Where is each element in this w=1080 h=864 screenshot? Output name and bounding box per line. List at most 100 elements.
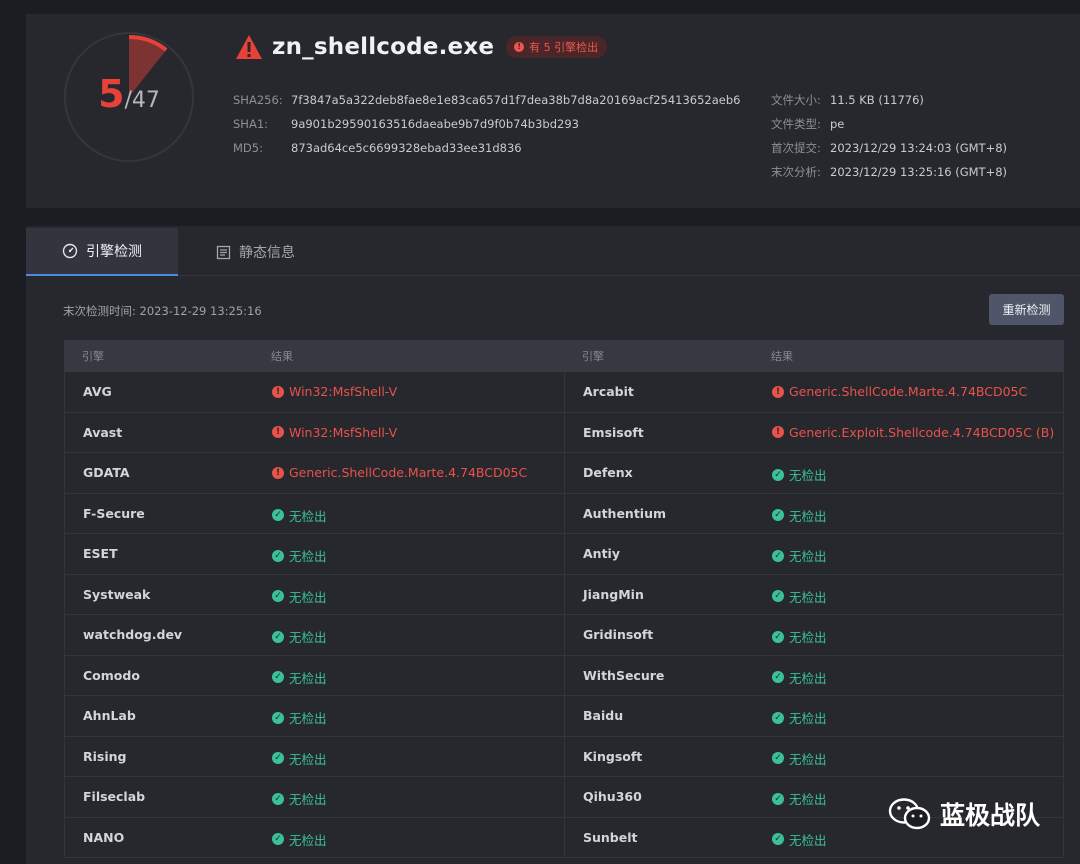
hash-label: SHA256: bbox=[233, 93, 283, 107]
result-text: 无检出 bbox=[789, 670, 827, 686]
check-icon: ✓ bbox=[772, 792, 784, 805]
engine-name: WithSecure bbox=[583, 667, 665, 683]
watermark: 蓝极战队 bbox=[888, 796, 1040, 832]
column-divider bbox=[564, 453, 565, 493]
table-header: 引擎 结果 引擎 结果 bbox=[64, 340, 1064, 372]
rescan-button[interactable]: 重新检测 bbox=[989, 294, 1064, 325]
hash-value[interactable]: 873ad64ce5c6699328ebad33ee31d836 bbox=[291, 141, 522, 155]
column-divider bbox=[564, 817, 565, 857]
table-row: GDATA ! Generic.ShellCode.Marte.4.74BCD05C… bbox=[64, 453, 1064, 494]
result-text: 无检出 bbox=[789, 468, 827, 483]
clean-result: ✓ 无检出 bbox=[772, 668, 827, 687]
detection-result[interactable]: ! Generic.ShellCode.Marte.4.74BCD05C bbox=[272, 465, 527, 480]
meta-value: 2023/12/29 13:24:03 (GMT+8) bbox=[830, 141, 1008, 155]
table-body: AVG! Win32:MsfShell-V Arcabit! Generic.Shel… bbox=[64, 372, 1064, 858]
result-text: 无检出 bbox=[789, 589, 827, 605]
result-text: 无检出 bbox=[289, 670, 327, 686]
check-icon: ✓ bbox=[272, 792, 284, 805]
column-divider bbox=[564, 534, 565, 574]
meta-value: 2023/12/29 13:25:16 (GMT+8) bbox=[830, 165, 1008, 179]
hash-value[interactable]: 7f3847a5a322deb8fae8e1e83ca657d1f7dea38b… bbox=[291, 93, 740, 107]
engine-name: GDATA bbox=[83, 465, 130, 480]
tab-static-info[interactable]: 静态信息 bbox=[216, 228, 295, 276]
document-icon bbox=[216, 245, 231, 259]
clean-result: ✓ 无检出 bbox=[272, 587, 327, 606]
clean-result: ✓ 无检出 bbox=[772, 789, 827, 808]
alert-icon: ! bbox=[514, 42, 525, 52]
hash-value[interactable]: 9a901b29590163516daeabe9b7d9f0b74b3bd293 bbox=[291, 117, 579, 131]
meta-row-type: 文件类型: pe bbox=[771, 112, 1007, 136]
meta-label: 首次提交: bbox=[771, 141, 821, 155]
engine-name: ESET bbox=[83, 546, 118, 561]
engine-name: Sunbelt bbox=[583, 829, 638, 845]
engine-name: Antiy bbox=[583, 546, 620, 561]
file-summary-card: 5/47 zn_shellcode.exe ! 有 5 引擎检出 SHA256:… bbox=[26, 14, 1080, 208]
engine-name: Filseclab bbox=[83, 789, 146, 804]
hash-label: MD5: bbox=[233, 141, 263, 155]
gauge-icon bbox=[62, 243, 78, 259]
engine-name: NANO bbox=[83, 829, 125, 845]
check-icon: ✓ bbox=[272, 833, 284, 845]
clean-result: ✓ 无检出 bbox=[272, 627, 327, 646]
check-icon: ✓ bbox=[772, 630, 784, 643]
detection-badge: ! 有 5 引擎检出 bbox=[506, 36, 608, 58]
detection-result[interactable]: ! Win32:MsfShell-V bbox=[272, 384, 397, 399]
table-row: Rising ✓ 无检出 Kingsoft ✓ 无检出 bbox=[64, 736, 1064, 777]
column-divider bbox=[564, 372, 565, 412]
result-text: 无检出 bbox=[789, 792, 827, 807]
tab-engine-detection[interactable]: 引擎检测 bbox=[26, 228, 178, 276]
file-name: zn_shellcode.exe bbox=[272, 34, 495, 60]
engine-name: Baidu bbox=[583, 708, 624, 723]
column-divider bbox=[564, 655, 565, 695]
result-text: 无检出 bbox=[289, 589, 327, 605]
alert-icon: ! bbox=[772, 385, 784, 398]
engine-name: Avast bbox=[83, 424, 123, 440]
check-icon: ✓ bbox=[272, 711, 284, 724]
detection-result[interactable]: ! Generic.ShellCode.Marte.4.74BCD05C bbox=[772, 384, 1027, 399]
check-icon: ✓ bbox=[272, 752, 284, 764]
check-icon: ✓ bbox=[272, 630, 284, 643]
meta-row-size: 文件大小: 11.5 KB (11776) bbox=[771, 88, 1007, 112]
meta-value: 11.5 KB (11776) bbox=[830, 93, 924, 107]
table-row: Systweak ✓ 无检出 JiangMin ✓ 无检出 bbox=[64, 574, 1064, 615]
hash-label: SHA1: bbox=[233, 117, 269, 131]
watermark-text: 蓝极战队 bbox=[940, 801, 1041, 830]
clean-result: ✓ 无检出 bbox=[272, 506, 327, 525]
clean-result: ✓ 无检出 bbox=[272, 708, 327, 727]
engine-name: Kingsoft bbox=[583, 748, 643, 764]
hash-row-md5: MD5: 873ad64ce5c6699328ebad33ee31d836 bbox=[233, 136, 740, 160]
warning-icon bbox=[236, 35, 262, 59]
clean-result: ✓ 无检出 bbox=[772, 506, 827, 525]
clean-result: ✓ 无检出 bbox=[272, 789, 327, 808]
check-icon: ✓ bbox=[772, 752, 784, 764]
check-icon: ✓ bbox=[772, 833, 784, 845]
check-icon: ✓ bbox=[272, 509, 284, 521]
hash-row-sha256: SHA256: 7f3847a5a322deb8fae8e1e83ca657d1… bbox=[233, 88, 740, 112]
column-divider bbox=[564, 574, 565, 614]
engine-name: Rising bbox=[83, 748, 127, 764]
meta-label: 文件类型: bbox=[771, 117, 821, 131]
column-divider bbox=[564, 615, 565, 655]
meta-row-first-submit: 首次提交: 2023/12/29 13:24:03 (GMT+8) bbox=[771, 136, 1007, 160]
last-scan-time: 末次检测时间: 2023-12-29 13:25:16 bbox=[63, 304, 262, 318]
engine-name: F-Secure bbox=[83, 505, 145, 521]
clean-result: ✓ 无检出 bbox=[772, 830, 827, 849]
result-text: 无检出 bbox=[289, 711, 327, 726]
result-text: 无检出 bbox=[289, 508, 327, 524]
header-result: 结果 bbox=[271, 350, 293, 363]
detection-result[interactable]: ! Generic.Exploit.Shellcode.4.74BCD05C (B… bbox=[772, 425, 1054, 440]
result-text: 无检出 bbox=[789, 630, 827, 645]
file-meta-list: 文件大小: 11.5 KB (11776) 文件类型: pe 首次提交: 202… bbox=[771, 88, 1007, 184]
meta-label: 末次分析: bbox=[771, 165, 821, 179]
engine-results-table: 引擎 结果 引擎 结果 AVG! Win32:MsfShell-V Arcabit!… bbox=[64, 340, 1064, 858]
table-row: watchdog.dev ✓ 无检出 Gridinsoft ✓ 无检出 bbox=[64, 615, 1064, 656]
engine-name: Comodo bbox=[83, 667, 140, 683]
check-icon: ✓ bbox=[772, 468, 784, 481]
detection-result[interactable]: ! Win32:MsfShell-V bbox=[272, 425, 397, 440]
result-text: 无检出 bbox=[289, 832, 327, 848]
result-text: 无检出 bbox=[289, 792, 327, 807]
clean-result: ✓ 无检出 bbox=[772, 627, 827, 646]
result-text: 无检出 bbox=[289, 549, 327, 564]
engine-name: watchdog.dev bbox=[83, 627, 183, 642]
result-text: Generic.Exploit.Shellcode.4.74BCD05C (B) bbox=[789, 424, 1055, 440]
